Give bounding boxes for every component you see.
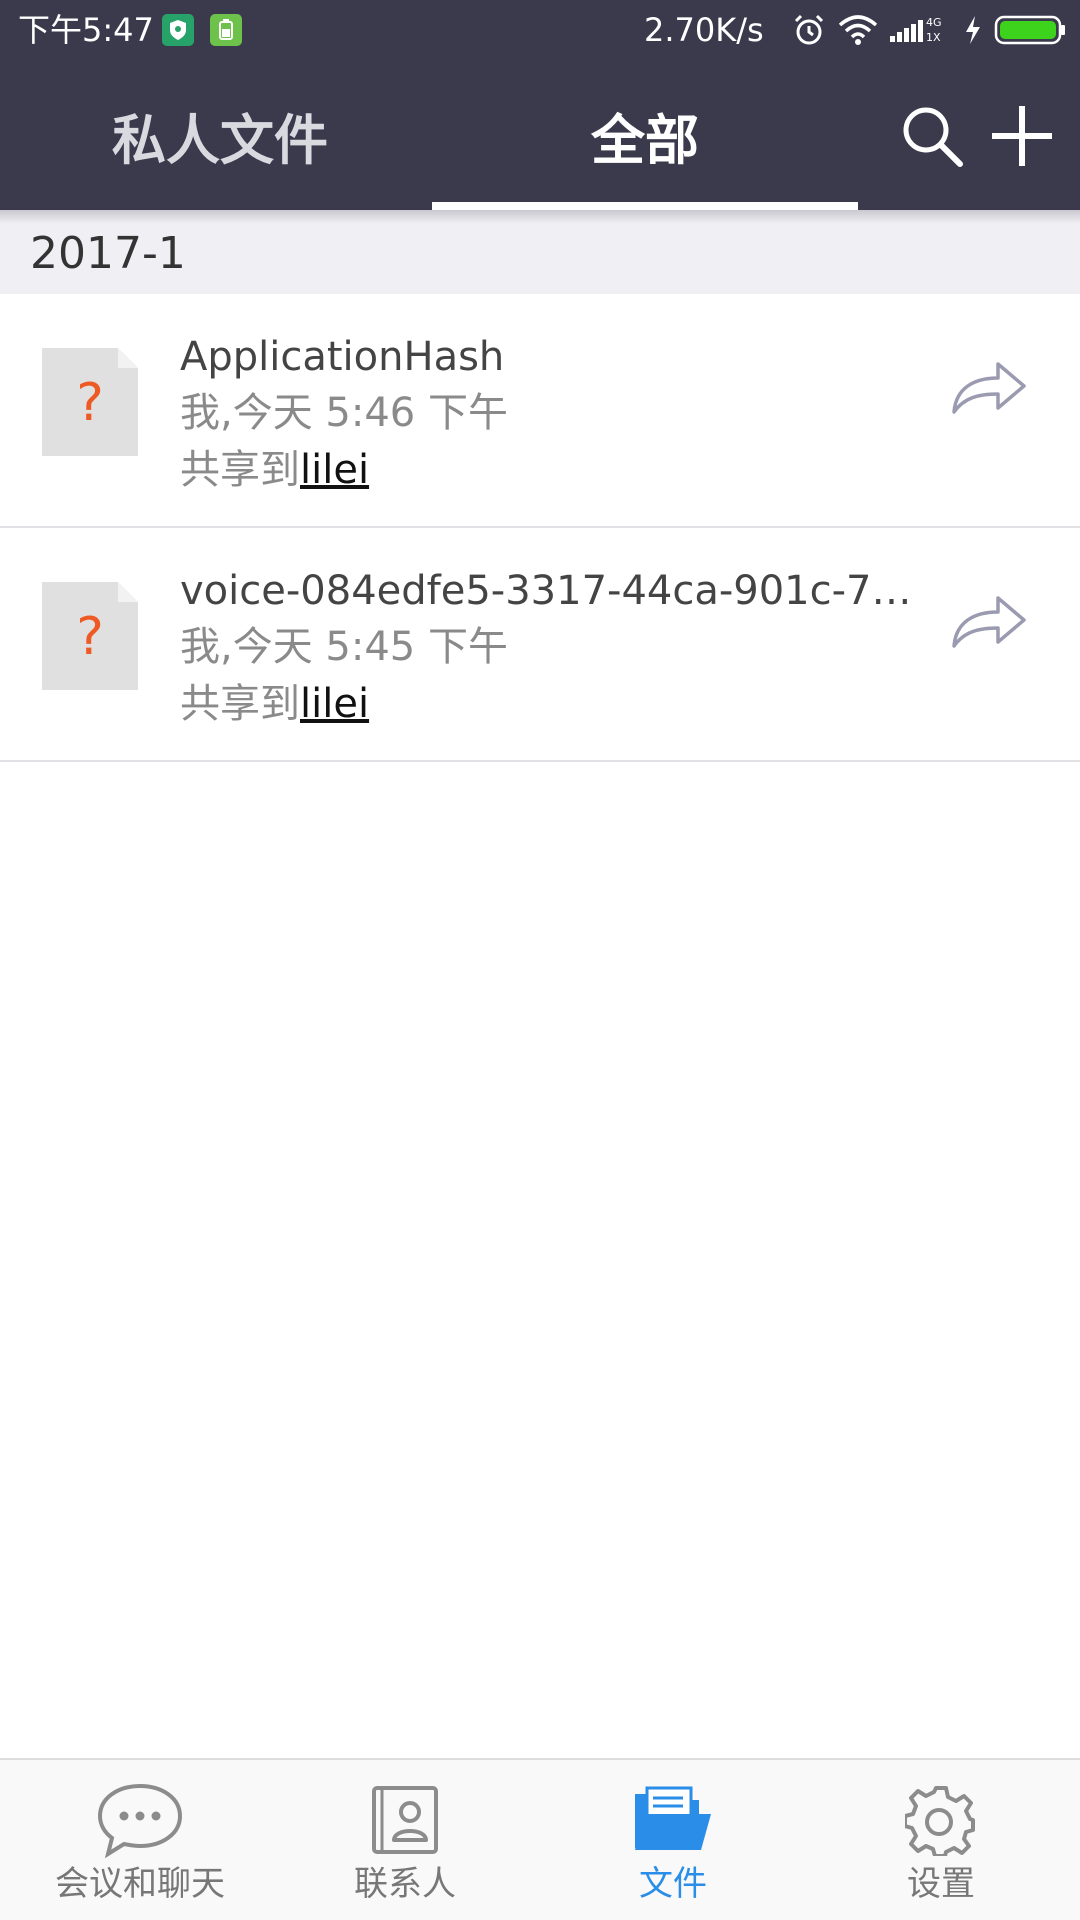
file-share-info: 共享到lilei [180,678,369,730]
nav-contacts[interactable]: 联系人 [270,1760,540,1920]
svg-text:?: ? [76,607,104,667]
search-button[interactable] [892,96,972,176]
signal-icon: 4G 1X [890,16,942,44]
status-bar: 下午5:47 2.70K/s 4G 1X [0,0,1080,60]
gear-icon [905,1786,975,1856]
status-time: 下午5:47 [18,11,154,49]
contacts-icon [372,1786,438,1854]
network-speed: 2.70K/s [644,11,764,49]
charging-icon [966,16,980,44]
shared-user-link[interactable]: lilei [300,681,369,727]
plus-icon [992,106,1052,166]
forward-icon [952,596,1026,648]
svg-text:?: ? [76,373,104,433]
nav-label: 会议和聊天 [55,1864,225,1904]
nav-settings[interactable]: 设置 [806,1760,1076,1920]
list-item[interactable]: ? voice-084edfe5-3317-44ca-901c-79ec... … [0,530,1080,762]
file-share-info: 共享到lilei [180,444,369,496]
file-list: 2017-1 ? ApplicationHash 我,今天 5:46 下午 共享… [0,210,1080,1760]
shared-user-link[interactable]: lilei [300,447,369,493]
forward-button[interactable] [944,586,1034,658]
forward-button[interactable] [944,352,1034,424]
file-meta: 我,今天 5:45 下午 [180,624,508,670]
list-item[interactable]: ? ApplicationHash 我,今天 5:46 下午 共享到lilei [0,296,1080,528]
wifi-icon [838,15,878,45]
section-date: 2017-1 [30,228,186,279]
add-button[interactable] [982,96,1062,176]
shield-app-icon [162,14,194,46]
app-header: 私人文件 全部 [0,60,1080,210]
active-tab-indicator [432,202,858,210]
header-shadow [0,210,1080,224]
battery-app-icon [210,14,242,46]
bottom-nav: 会议和聊天 联系人 文件 设置 [0,1758,1080,1920]
battery-icon [994,15,1065,45]
alarm-icon [794,14,824,45]
share-prefix: 共享到 [180,681,300,727]
file-name: voice-084edfe5-3317-44ca-901c-79ec... [180,568,932,614]
tab-all[interactable]: 全部 [432,60,858,210]
unknown-file-icon: ? [42,582,138,690]
folder-icon [635,1786,711,1850]
network-type: 4G [926,16,942,29]
nav-label: 联系人 [354,1864,456,1904]
search-icon [903,107,963,167]
status-icons: 4G 1X [792,12,1066,48]
nav-label: 文件 [639,1864,707,1904]
file-name: ApplicationHash [180,334,505,380]
file-meta: 我,今天 5:46 下午 [180,390,508,436]
nav-files[interactable]: 文件 [538,1760,808,1920]
share-prefix: 共享到 [180,447,300,493]
unknown-file-icon: ? [42,348,138,456]
network-sub: 1X [926,31,941,44]
forward-icon [952,362,1026,414]
nav-label: 设置 [907,1864,975,1904]
tab-private-files[interactable]: 私人文件 [0,60,440,210]
nav-meetings-chat[interactable]: 会议和聊天 [5,1760,275,1920]
chat-bubble-icon [97,1783,183,1858]
